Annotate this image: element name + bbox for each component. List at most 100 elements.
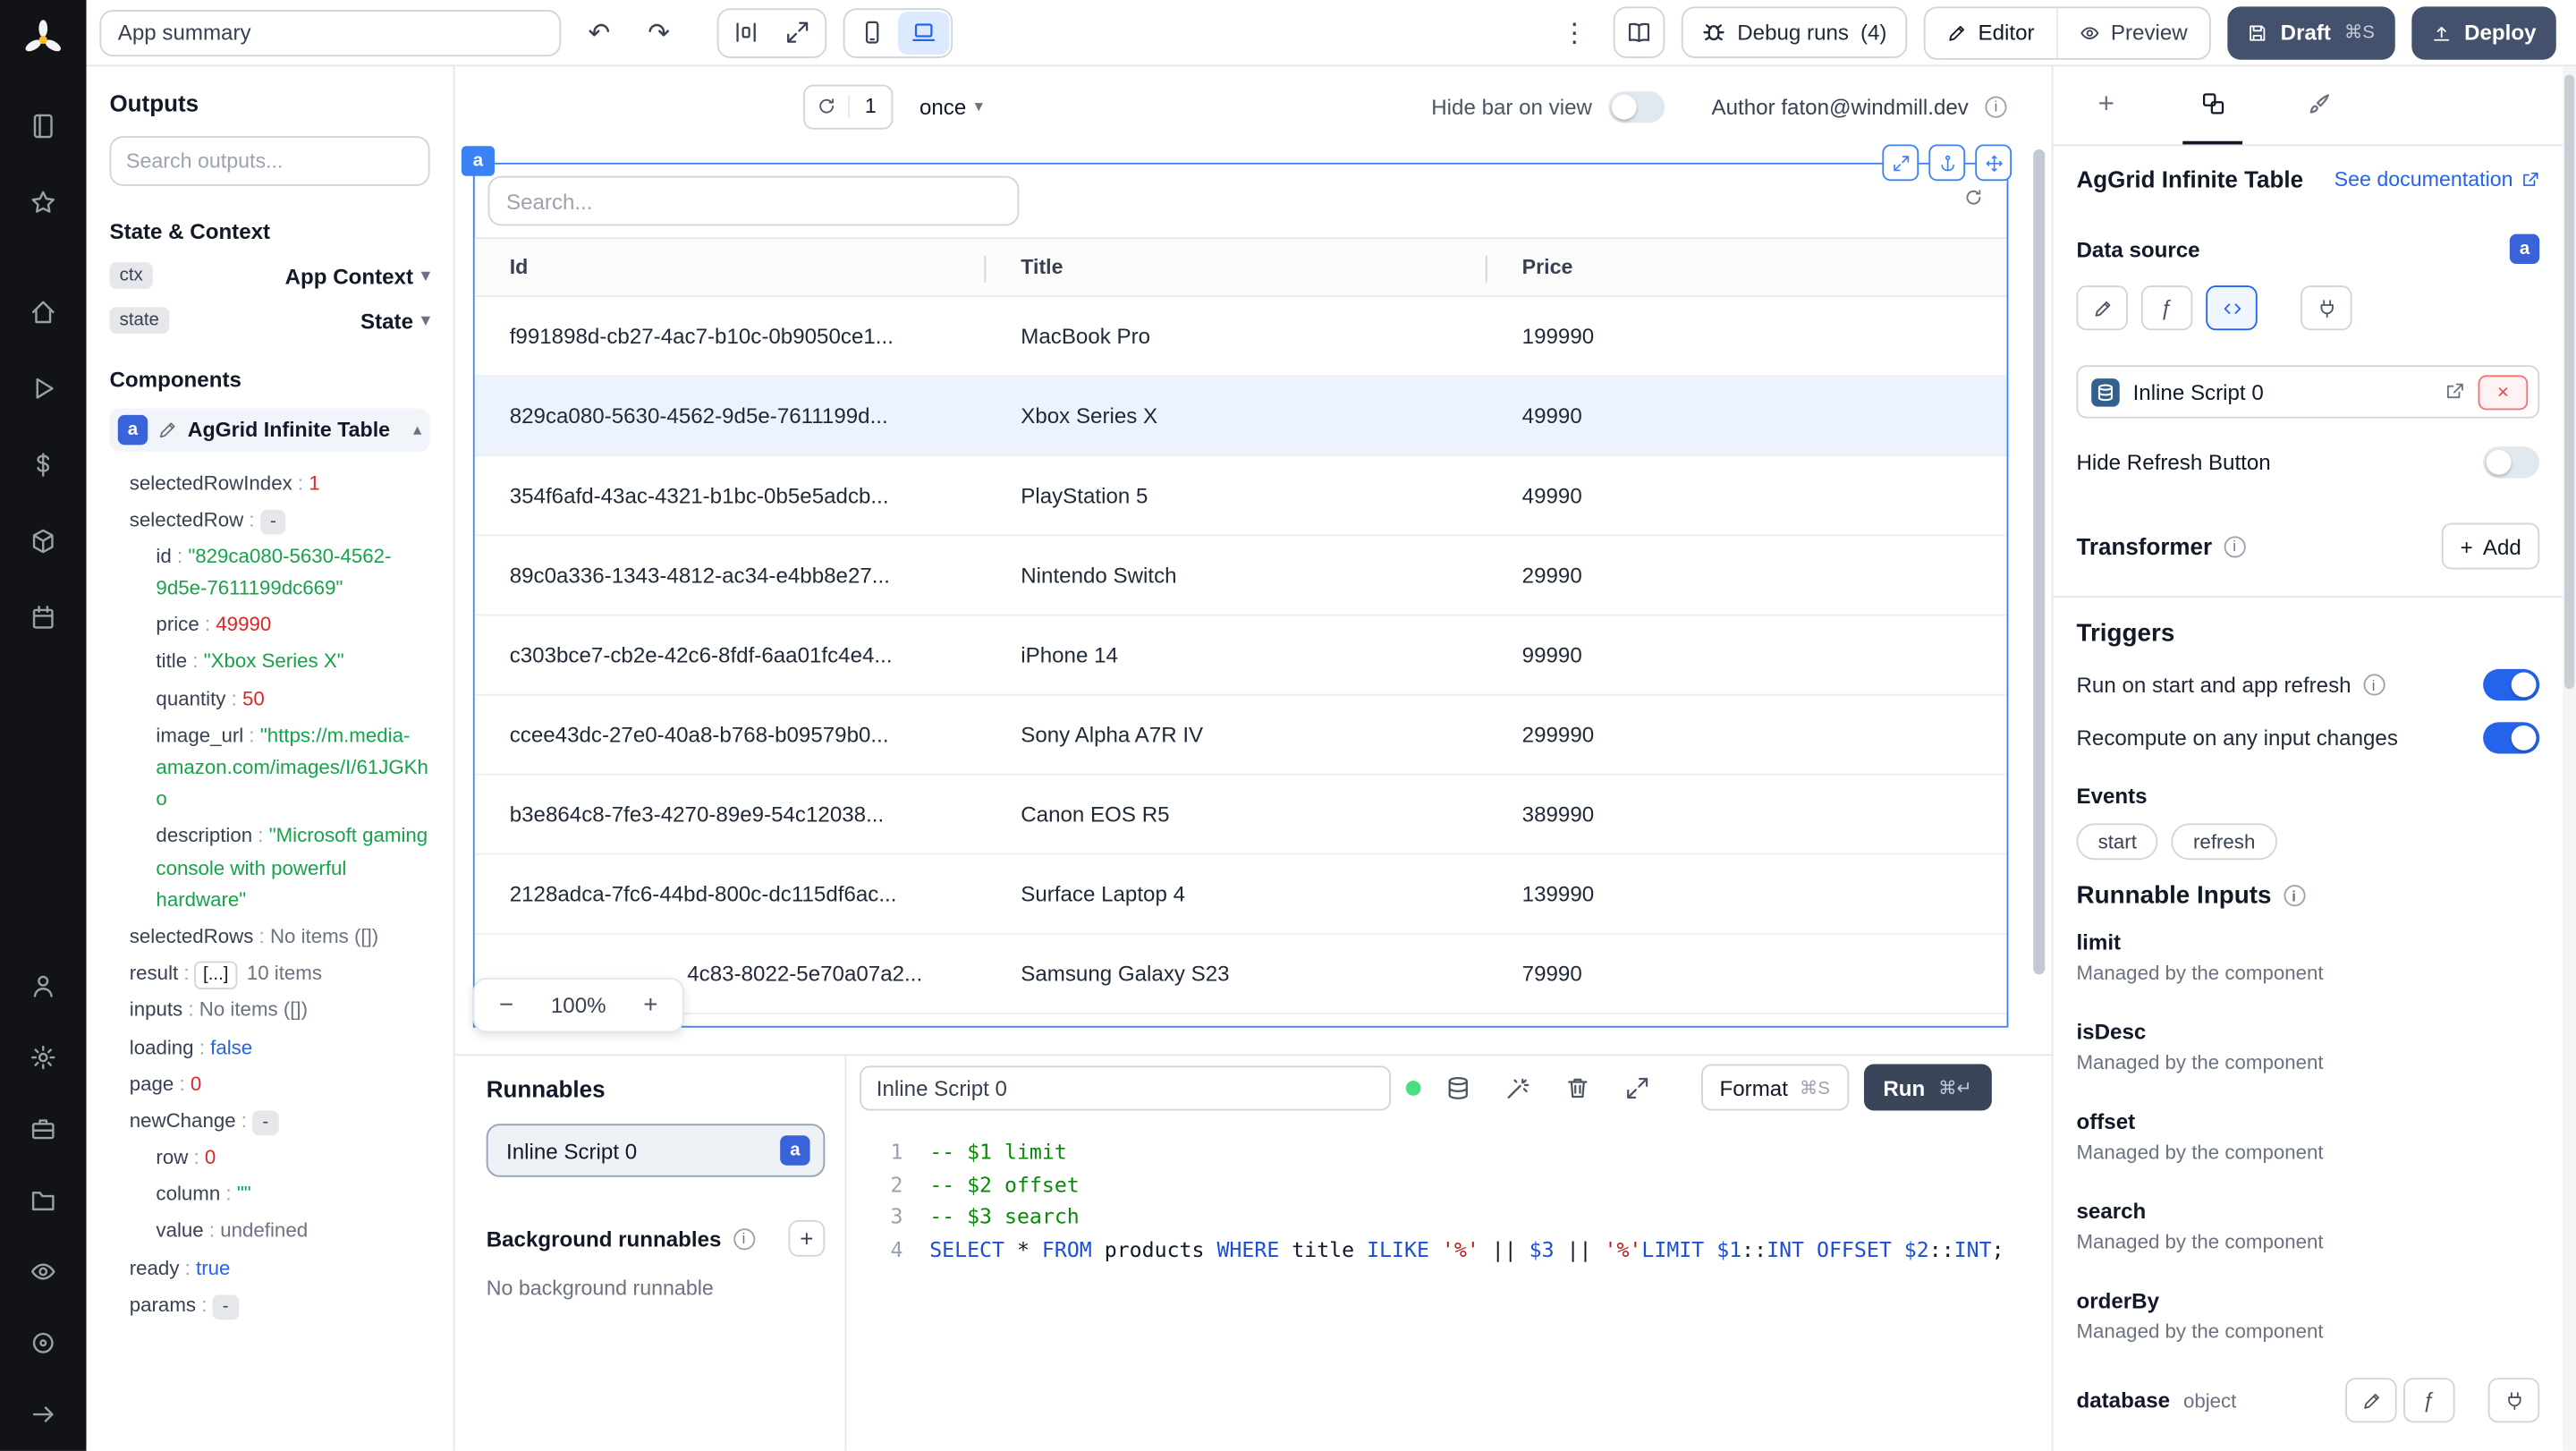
collapse-arrow-icon[interactable]	[23, 1395, 64, 1435]
output-row[interactable]: value : undefined	[109, 1213, 429, 1250]
docs-button[interactable]	[1613, 6, 1665, 58]
connect-input-button[interactable]	[2301, 285, 2352, 331]
info-icon[interactable]	[2224, 535, 2246, 557]
template-button[interactable]: ƒ	[2140, 285, 2193, 331]
runs-play-icon[interactable]	[23, 369, 64, 409]
recompute-toggle[interactable]	[2483, 722, 2540, 754]
eye-icon[interactable]	[23, 1252, 64, 1292]
scrollbar-thumb[interactable]	[2564, 74, 2575, 690]
component-settings-tab[interactable]	[2182, 66, 2243, 145]
output-row[interactable]: newChange : -	[109, 1103, 429, 1140]
output-row[interactable]: loading : false	[109, 1030, 429, 1066]
interval-select[interactable]: once ▾	[919, 94, 983, 119]
table-row[interactable]: 829ca080-5630-4562-9d5e-7611199d... Xbox…	[474, 377, 2007, 457]
hide-refresh-toggle[interactable]	[2483, 446, 2540, 479]
table-row[interactable]: 2128adca-7fc6-44bd-800c-dc115df6ac... Su…	[474, 854, 2007, 935]
output-row[interactable]: image_url : "https://m.media-amazon.com/…	[109, 717, 429, 818]
folder-icon[interactable]	[23, 1180, 64, 1220]
redo-button[interactable]: ↷	[638, 11, 681, 54]
home-icon[interactable]	[23, 293, 64, 333]
runnable-item-inline-script-0[interactable]: Inline Script 0 a	[486, 1124, 826, 1177]
output-row[interactable]: result : 10 items	[109, 955, 429, 992]
column-header-id[interactable]: Id	[475, 239, 987, 295]
output-row[interactable]: selectedRows : No items ([])	[109, 919, 429, 955]
delete-script-button[interactable]	[1555, 1065, 1600, 1109]
editor-tab[interactable]: Editor	[1925, 7, 2056, 57]
canvas-scrollbar[interactable]	[2033, 146, 2046, 1040]
output-row[interactable]: ready : true	[109, 1251, 429, 1287]
schedules-calendar-icon[interactable]	[23, 598, 64, 638]
settings-gear-icon[interactable]	[23, 1038, 64, 1078]
database-template-button[interactable]: ƒ	[2403, 1378, 2455, 1423]
table-row[interactable]: 89c0a336-1343-4812-ac34-e4bb8e27... Nint…	[474, 536, 2007, 616]
draft-button[interactable]: Draft ⌘S	[2227, 5, 2395, 59]
component-output-header[interactable]: a AgGrid Infinite Table ▴	[109, 408, 430, 452]
aggrid-table-component[interactable]: a Id Title Price f991898d-cb27-4ac7-b10c…	[461, 144, 2012, 1028]
outputs-search-input[interactable]	[109, 136, 430, 186]
script-name-input[interactable]	[860, 1065, 1392, 1110]
run-on-start-toggle[interactable]	[2483, 668, 2540, 701]
column-header-price[interactable]: Price	[1487, 239, 2007, 295]
output-row[interactable]: params : -	[109, 1287, 429, 1324]
add-transformer-button[interactable]: + Add	[2442, 522, 2540, 570]
desktop-view-button[interactable]	[897, 11, 950, 55]
scrollbar-thumb[interactable]	[2033, 149, 2046, 975]
inline-script-mode-button[interactable]	[2206, 285, 2258, 331]
static-edit-button[interactable]	[2076, 285, 2129, 331]
state-row[interactable]: state State ▾	[109, 307, 430, 334]
expand-component-button[interactable]	[1882, 144, 1919, 182]
run-button[interactable]: Run ⌘↵	[1863, 1064, 1992, 1111]
add-background-runnable-button[interactable]: +	[788, 1219, 826, 1257]
output-row[interactable]: id : "829ca080-5630-4562-9d5e-7611199dc6…	[109, 539, 429, 607]
styling-tab[interactable]	[2289, 66, 2349, 144]
output-row[interactable]: page : 0	[109, 1066, 429, 1103]
info-icon[interactable]	[2283, 885, 2305, 907]
table-row[interactable]: b3e864c8-7fe3-4270-89e9-54c12038... Cano…	[474, 775, 2007, 855]
more-menu-button[interactable]: ⋮	[1553, 11, 1596, 54]
notebook-icon[interactable]	[23, 106, 64, 147]
database-connect-button[interactable]	[2487, 1378, 2540, 1423]
target-icon[interactable]	[23, 1323, 64, 1363]
output-row[interactable]: selectedRowIndex : 1	[109, 465, 429, 502]
output-row[interactable]: quantity : 50	[109, 681, 429, 717]
zoom-out-button[interactable]: −	[491, 990, 521, 1020]
mobile-view-button[interactable]	[846, 11, 898, 54]
pencil-icon[interactable]	[157, 420, 177, 439]
hide-bar-toggle[interactable]	[1608, 90, 1665, 123]
star-icon[interactable]	[23, 182, 64, 223]
database-button[interactable]	[1436, 1065, 1480, 1109]
insert-component-tab[interactable]: +	[2076, 66, 2136, 144]
database-edit-button[interactable]	[2345, 1378, 2397, 1423]
columns-layout-button[interactable]	[720, 11, 772, 54]
fullscreen-layout-button[interactable]	[772, 11, 824, 54]
refresh-count-button[interactable]: 1	[803, 83, 894, 129]
info-icon[interactable]	[1985, 95, 2007, 117]
output-row[interactable]: price : 49990	[109, 607, 429, 644]
chevron-up-icon[interactable]: ▴	[413, 420, 421, 438]
output-row[interactable]: title : "Xbox Series X"	[109, 644, 429, 681]
table-row[interactable]: 354f6afd-43ac-4321-b1bc-0b5e5adcb... Pla…	[474, 456, 2007, 537]
ai-assistant-button[interactable]	[1496, 1065, 1540, 1109]
debug-runs-button[interactable]: Debug runs (4)	[1681, 6, 1907, 58]
anchor-component-button[interactable]	[1928, 144, 1966, 182]
output-row[interactable]: selectedRow : -	[109, 502, 429, 539]
info-icon[interactable]	[733, 1227, 755, 1250]
table-row[interactable]: 4c83-8022-5e70a07a2... Samsung Galaxy S2…	[474, 934, 2007, 1014]
open-script-icon[interactable]	[2445, 382, 2464, 402]
table-row[interactable]: f991898d-cb27-4ac7-b10c-0b9050ce1... Mac…	[474, 297, 2007, 378]
grid-refresh-icon[interactable]	[1963, 188, 1983, 208]
grid-search-input[interactable]	[487, 175, 1020, 226]
preview-tab[interactable]: Preview	[2055, 7, 2209, 58]
output-row[interactable]: inputs : No items ([])	[109, 992, 429, 1029]
zoom-in-button[interactable]: +	[636, 990, 665, 1020]
code-editor[interactable]: 1 -- $1 limit 2 -- $2 offset 3 -- $3 search 4 S…	[846, 1119, 2051, 1265]
app-summary-input[interactable]	[99, 9, 562, 56]
output-row[interactable]: description : "Microsoft gaming console …	[109, 819, 429, 919]
ctx-row[interactable]: ctx App Context ▾	[109, 262, 430, 289]
variables-dollar-icon[interactable]	[23, 445, 64, 485]
output-row[interactable]: row : 0	[109, 1140, 429, 1176]
page-scrollbar[interactable]	[2563, 66, 2576, 1451]
column-header-title[interactable]: Title	[986, 239, 1487, 295]
output-row[interactable]: column : ""	[109, 1176, 429, 1213]
table-row[interactable]: ccee43dc-27e0-40a8-b768-b09579b0... Sony…	[474, 695, 2007, 776]
